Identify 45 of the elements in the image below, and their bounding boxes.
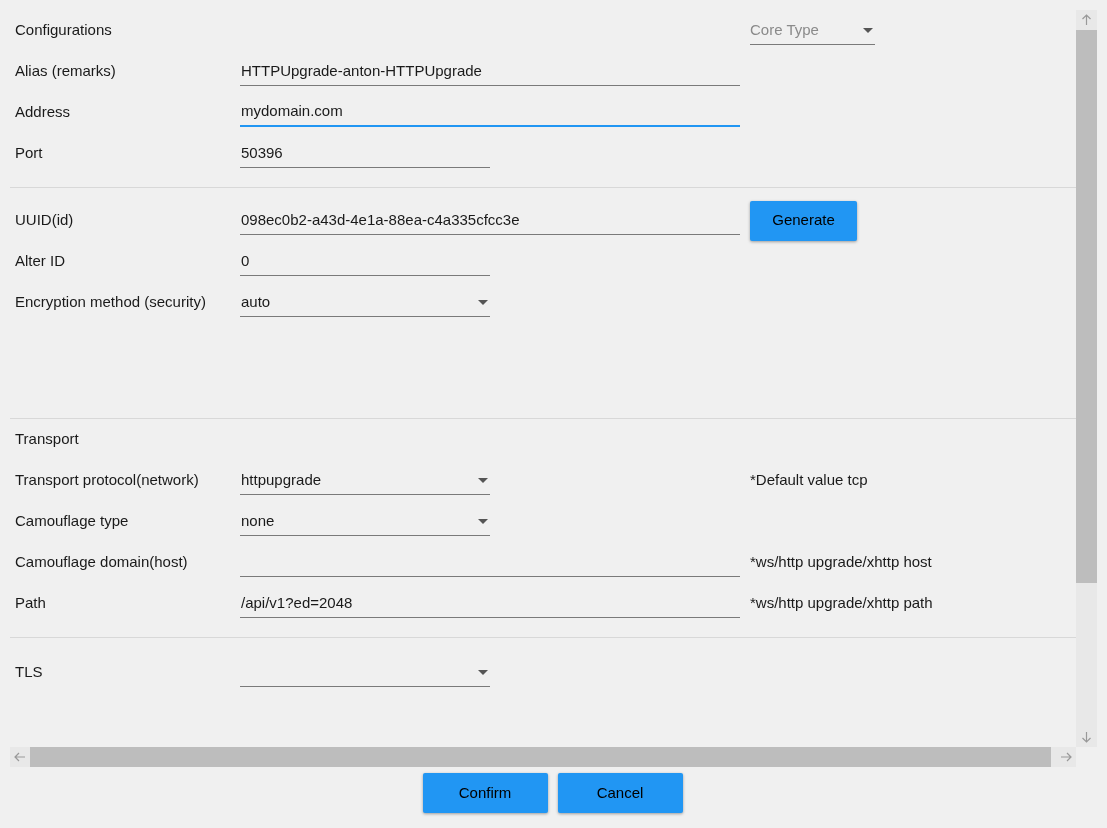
text-field[interactable]: 50396: [240, 139, 490, 168]
dropdown-value: httpupgrade: [241, 469, 322, 490]
field-label: Address: [15, 102, 72, 123]
dropdown-caret-icon: [863, 27, 873, 33]
scrollbar-thumb[interactable]: [1076, 30, 1097, 583]
dropdown-caret-icon: [478, 669, 488, 675]
hint-text: *ws/http upgrade/xhttp host: [750, 552, 932, 573]
dropdown-field[interactable]: none: [240, 507, 490, 536]
field-value: HTTPUpgrade-anton-HTTPUpgrade: [241, 60, 482, 81]
generate-button[interactable]: Generate: [750, 200, 857, 241]
dropdown-value: none: [241, 510, 275, 531]
hint-text: *ws/http upgrade/xhttp path: [750, 593, 933, 614]
field-label: Encryption method (security): [15, 292, 207, 313]
section-title: Transport: [15, 429, 79, 450]
confirm-button[interactable]: Confirm: [422, 773, 548, 813]
section-title: Configurations: [15, 20, 113, 41]
field-label: Port: [15, 143, 44, 164]
vertical-scrollbar[interactable]: [1076, 10, 1097, 747]
field-label: TLS: [15, 662, 44, 683]
hint-text: *Default value tcp: [750, 470, 868, 491]
field-value: 098ec0b2-a43d-4e1a-88ea-c4a335cfcc3e: [241, 209, 520, 230]
field-label: Camouflage domain(host): [15, 552, 189, 573]
field-label: UUID(id): [15, 210, 75, 231]
field-label: Path: [15, 593, 47, 614]
dropdown-caret-icon: [478, 518, 488, 524]
field-label: Alias (remarks): [15, 61, 117, 82]
field-value: 50396: [241, 142, 283, 163]
text-field[interactable]: /api/v1?ed=2048: [240, 589, 740, 618]
text-field[interactable]: HTTPUpgrade-anton-HTTPUpgrade: [240, 57, 740, 86]
field-value: 0: [241, 250, 250, 271]
dropdown-field[interactable]: httpupgrade: [240, 466, 490, 495]
field-value: mydomain.com: [241, 101, 343, 122]
field-label: Alter ID: [15, 251, 66, 272]
text-field[interactable]: 0: [240, 247, 490, 276]
dropdown-caret-icon: [478, 477, 488, 483]
dropdown-placeholder: Core Type: [750, 19, 819, 40]
dropdown-value: auto: [241, 291, 271, 312]
field-label: Camouflage type: [15, 511, 130, 532]
dropdown-field[interactable]: auto: [240, 288, 490, 317]
text-field[interactable]: mydomain.com: [240, 98, 740, 127]
dropdown-caret-icon: [478, 299, 488, 305]
text-field[interactable]: 098ec0b2-a43d-4e1a-88ea-c4a335cfcc3e: [240, 206, 740, 235]
field-value: /api/v1?ed=2048: [241, 592, 353, 613]
cancel-button[interactable]: Cancel: [557, 773, 683, 813]
field-label: Transport protocol(network): [15, 470, 200, 491]
